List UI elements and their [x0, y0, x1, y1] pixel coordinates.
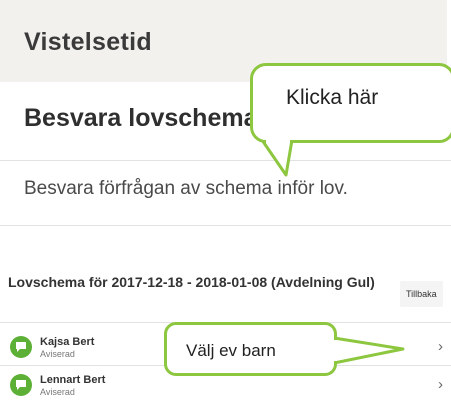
child-name: Lennart Bert — [40, 374, 106, 386]
chevron-right-icon: › — [438, 376, 443, 393]
divider — [0, 160, 451, 161]
callout-choose-child-text: Välj ev barn — [186, 341, 276, 360]
chat-bubble-icon — [10, 374, 32, 396]
section-description: Besvara förfrågan av schema inför lov. — [24, 178, 348, 199]
section-title[interactable]: Besvara lovschema — [24, 104, 257, 133]
chat-bubble-icon — [10, 336, 32, 358]
divider — [0, 225, 451, 226]
child-name: Kajsa Bert — [40, 336, 95, 348]
page-title: Vistelsetid — [24, 28, 152, 56]
schema-heading: Lovschema för 2017-12-18 - 2018-01-08 (A… — [8, 274, 375, 290]
callout-click-here-text: Klicka här — [286, 86, 379, 109]
child-status: Aviserad — [40, 387, 75, 397]
back-button[interactable]: Tillbaka — [400, 281, 443, 307]
child-status: Aviserad — [40, 349, 75, 359]
chevron-right-icon: › — [438, 338, 443, 355]
